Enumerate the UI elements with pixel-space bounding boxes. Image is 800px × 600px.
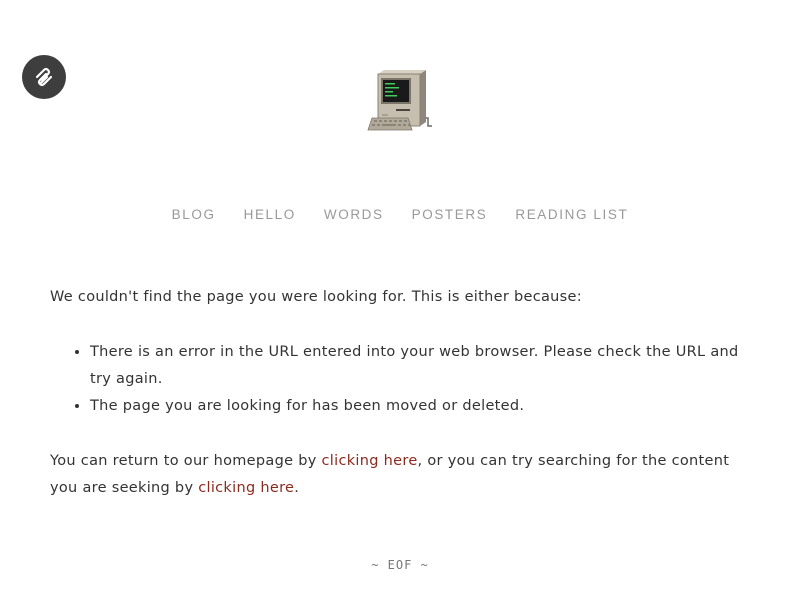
- site-logo[interactable]: [362, 68, 438, 132]
- error-reason-item: There is an error in the URL entered int…: [90, 339, 760, 393]
- main-nav: BLOG HELLO WORDS POSTERS READING LIST: [0, 207, 800, 222]
- homepage-link[interactable]: clicking here: [322, 453, 418, 469]
- squarespace-logo-icon: [35, 67, 53, 87]
- error-reasons-list: There is an error in the URL entered int…: [50, 339, 760, 420]
- outro-text: .: [294, 480, 300, 496]
- nav-item-hello[interactable]: HELLO: [244, 207, 296, 222]
- nav-item-words[interactable]: WORDS: [324, 207, 384, 222]
- error-intro: We couldn't find the page you were looki…: [50, 289, 582, 305]
- nav-item-blog[interactable]: BLOG: [172, 207, 216, 222]
- squarespace-badge[interactable]: [22, 55, 66, 99]
- eof-footer: ~ EOF ~: [371, 558, 429, 572]
- error-content: We couldn't find the page you were looki…: [50, 284, 760, 502]
- outro-text: You can return to our homepage by: [50, 453, 322, 469]
- nav-item-reading-list[interactable]: READING LIST: [515, 207, 628, 222]
- error-reason-item: The page you are looking for has been mo…: [90, 393, 760, 420]
- search-link[interactable]: clicking here: [198, 480, 294, 496]
- error-outro: You can return to our homepage by clicki…: [50, 448, 760, 502]
- vintage-computer-icon: [367, 70, 432, 131]
- nav-item-posters[interactable]: POSTERS: [412, 207, 488, 222]
